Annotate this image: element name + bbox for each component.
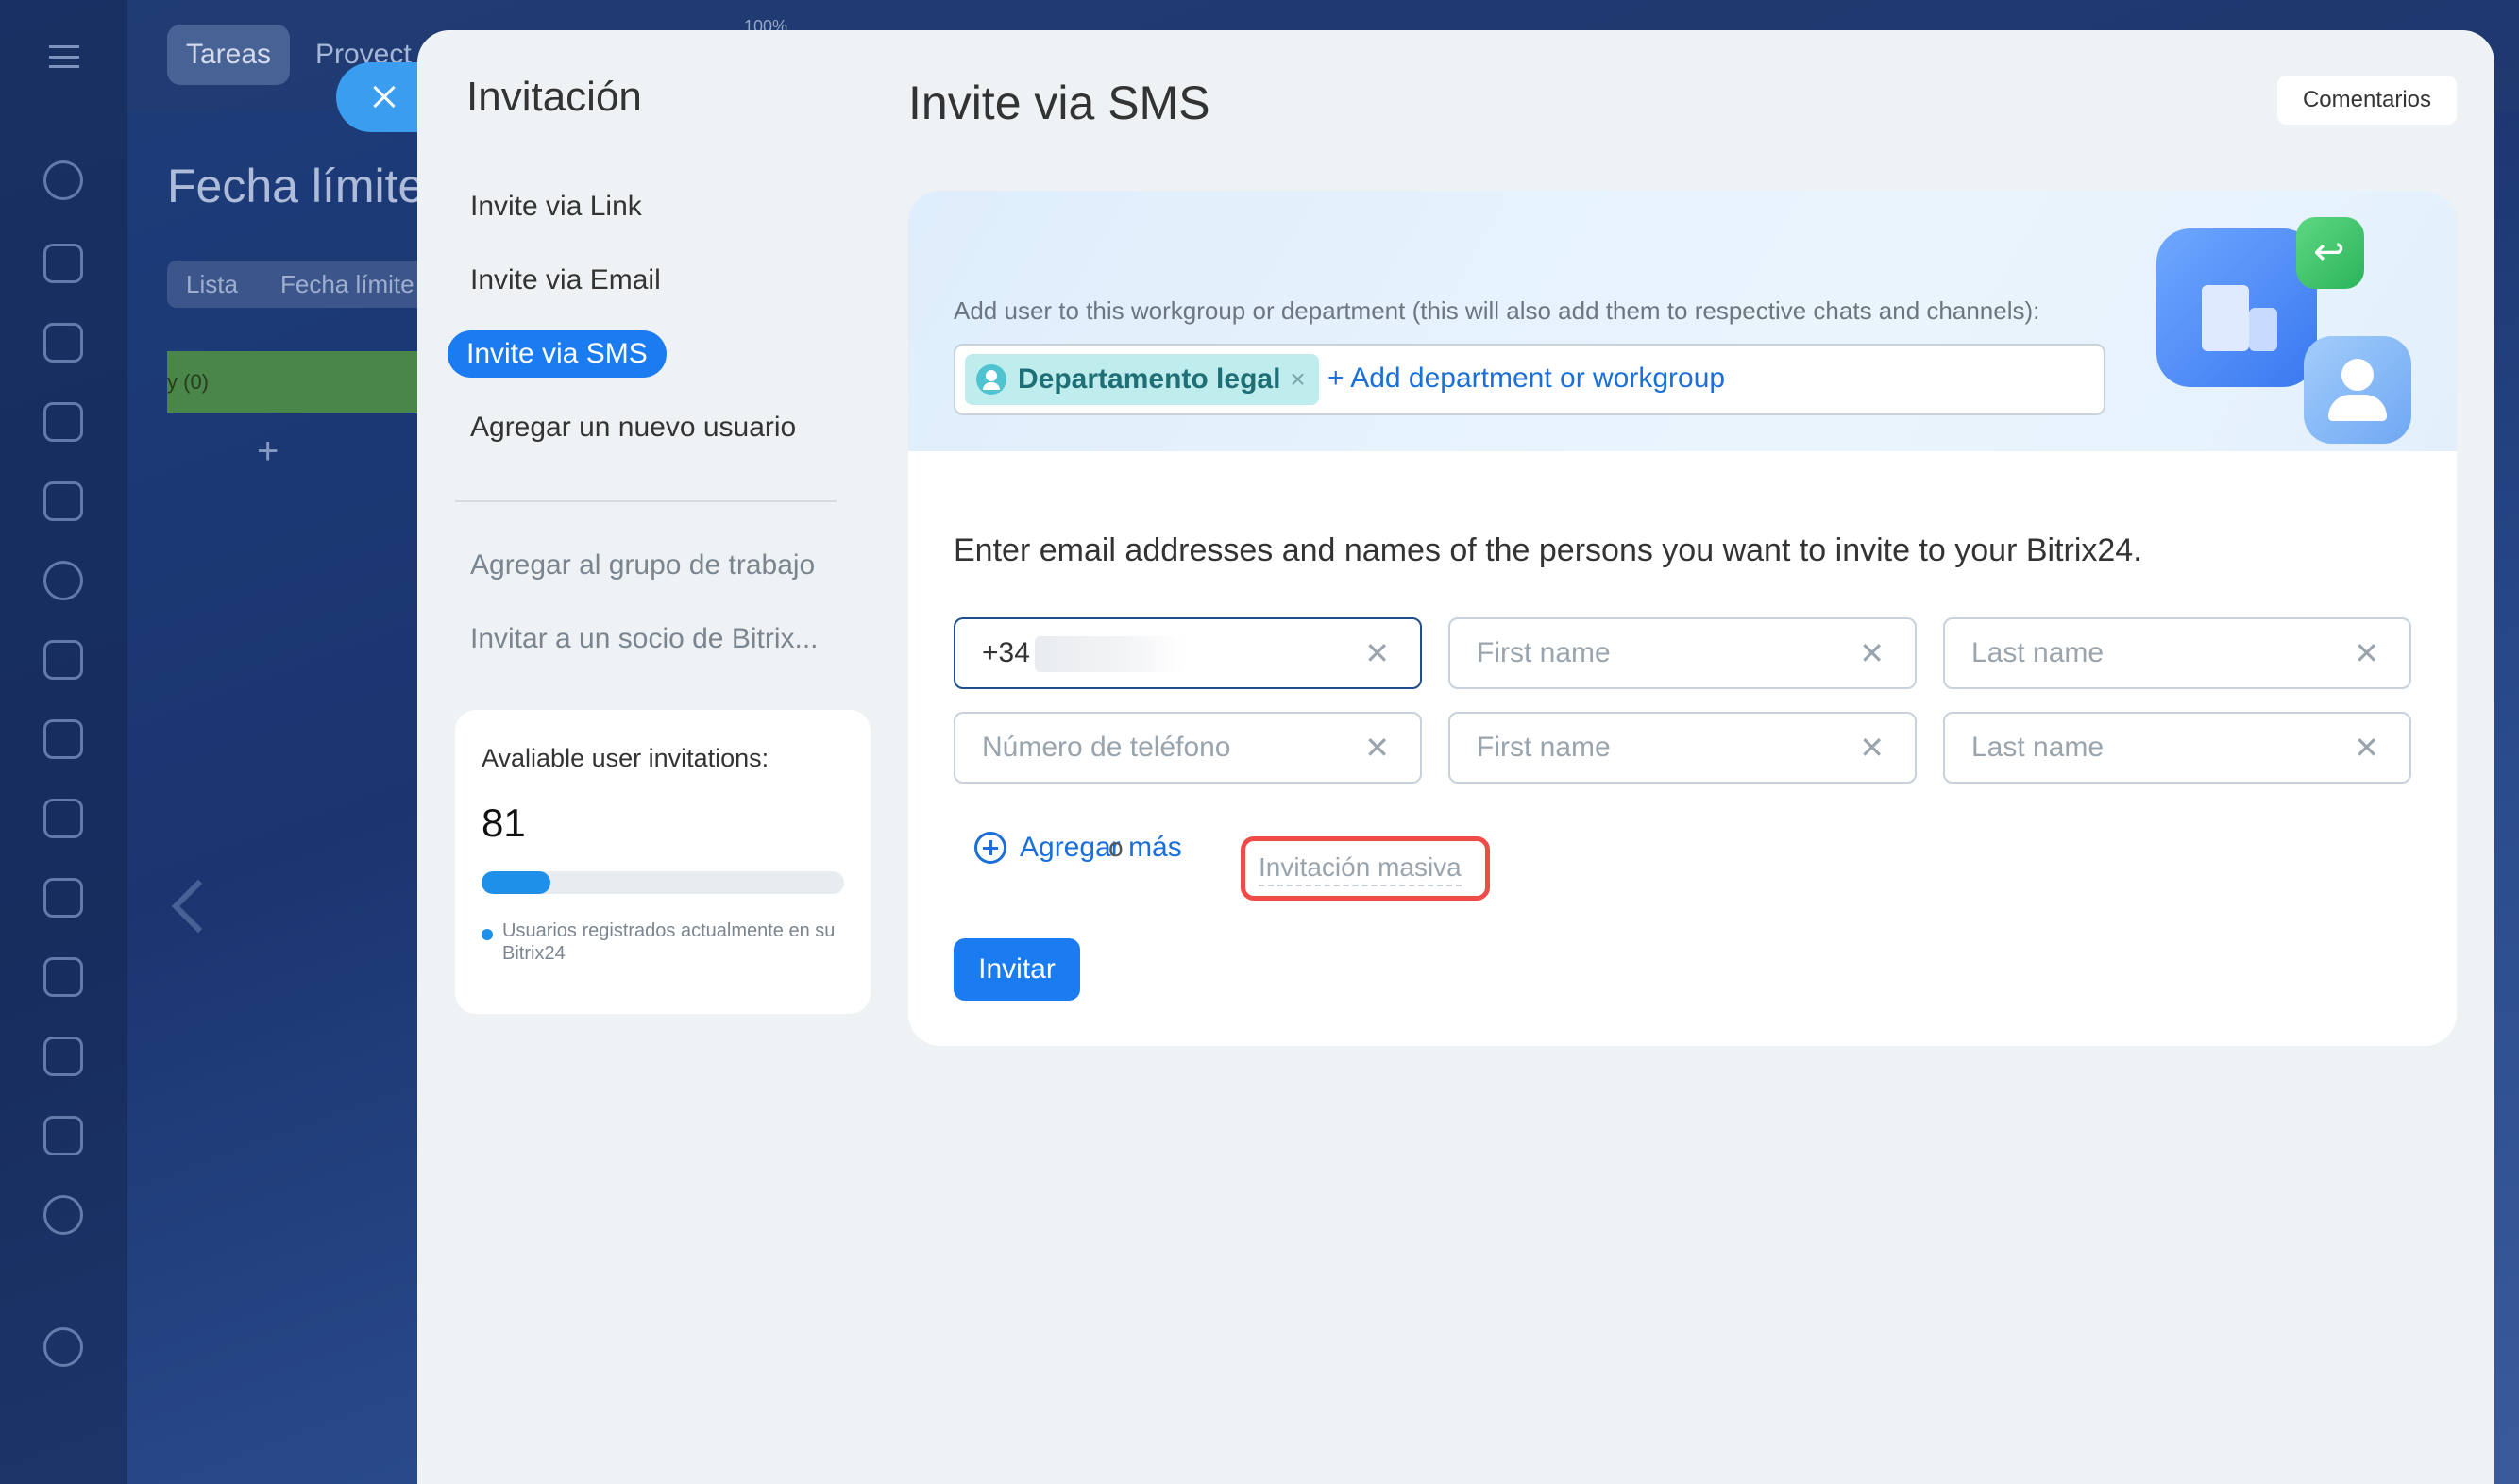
invitations-progress: [482, 871, 844, 894]
department-selector[interactable]: Departamento legal × + Add department or …: [954, 344, 2105, 415]
bg-add-icon[interactable]: +: [257, 430, 279, 473]
invite-button[interactable]: Invitar: [954, 938, 1080, 1001]
chat-icon[interactable]: [43, 244, 83, 283]
bg-stage-label: y (0): [167, 370, 209, 394]
user-icon: [2304, 336, 2411, 444]
invitations-label: Avaliable user invitations:: [482, 744, 769, 772]
bg-subtab-fecha[interactable]: Fecha límite: [262, 261, 433, 308]
close-slider-button[interactable]: [336, 62, 427, 132]
robot-icon[interactable]: [43, 719, 83, 759]
invite-illustration: ↩: [2156, 217, 2411, 444]
last-name-input-1[interactable]: Last name ✕: [1943, 617, 2411, 689]
activity-icon[interactable]: [43, 160, 83, 200]
app-left-rail: [0, 0, 127, 1484]
bg-tab-tareas[interactable]: Tareas: [167, 25, 291, 85]
add-department-link[interactable]: + Add department or workgroup: [1327, 363, 1725, 395]
or-separator: o: [1108, 833, 1124, 862]
panel-title: Invitación: [466, 74, 642, 120]
menu-invite-email[interactable]: Invite via Email: [470, 264, 661, 296]
funnel-icon[interactable]: [43, 402, 83, 442]
feedback-button[interactable]: Comentarios: [2277, 76, 2457, 125]
menu-add-new-user[interactable]: Agregar un nuevo usuario: [470, 412, 796, 444]
chevron-left-icon[interactable]: [171, 879, 226, 934]
users-icon[interactable]: [43, 1195, 83, 1235]
department-description: Add user to this workgroup or department…: [954, 296, 2040, 325]
first-name-input-2[interactable]: First name ✕: [1448, 712, 1917, 784]
phone-input-2[interactable]: Número de teléfono ✕: [954, 712, 1422, 784]
menu-invite-sms[interactable]: Invite via SMS: [448, 330, 667, 378]
reply-icon: ↩: [2296, 217, 2364, 289]
clear-icon[interactable]: ✕: [2354, 619, 2379, 687]
invitations-progress-fill: [482, 871, 550, 894]
phone-placeholder: Número de teléfono: [982, 732, 1231, 763]
department-chip-label: Departamento legal: [1018, 363, 1281, 395]
mail-icon[interactable]: [43, 1116, 83, 1155]
chip-remove-icon[interactable]: ×: [1290, 364, 1305, 394]
bg-subtabs: Lista Fecha límite: [167, 261, 450, 308]
menu-invite-link[interactable]: Invite via Link: [470, 191, 642, 223]
last-name-placeholder: Last name: [1971, 637, 2105, 668]
phone-input-1[interactable]: +34 ✕: [954, 617, 1422, 689]
menu-invite-partner[interactable]: Invitar a un socio de Bitrix...: [470, 623, 819, 655]
department-section: Add user to this workgroup or department…: [908, 191, 2457, 451]
hexagon-icon[interactable]: [43, 561, 83, 600]
department-chip[interactable]: Departamento legal ×: [965, 354, 1319, 405]
clear-icon[interactable]: ✕: [1859, 619, 1885, 687]
legend-dot: [482, 929, 493, 940]
first-name-input-1[interactable]: First name ✕: [1448, 617, 1917, 689]
bg-stage-bar: [167, 351, 450, 413]
bg-page-title: Fecha límite: [167, 160, 425, 212]
crm-icon[interactable]: [43, 481, 83, 521]
first-name-placeholder: First name: [1477, 732, 1611, 763]
invitations-card: Avaliable user invitations: 81 Usuarios …: [455, 710, 871, 1014]
menu-add-to-workgroup[interactable]: Agregar al grupo de trabajo: [470, 549, 815, 582]
bg-subtab-lista[interactable]: Lista: [167, 261, 257, 308]
invitation-slider: Invitación Invite via Link Invite via Em…: [417, 30, 2494, 1484]
clear-icon[interactable]: ✕: [2354, 714, 2379, 782]
last-name-placeholder: Last name: [1971, 732, 2105, 763]
calendar-icon[interactable]: [43, 640, 83, 680]
feed-icon[interactable]: [43, 323, 83, 363]
clear-icon[interactable]: ✕: [1859, 714, 1885, 782]
store-icon[interactable]: [43, 878, 83, 918]
invitations-count: 81: [482, 801, 526, 845]
page-title: Invite via SMS: [908, 76, 1210, 129]
document-icon[interactable]: [43, 799, 83, 838]
card-icon[interactable]: [43, 1037, 83, 1076]
add-more-button[interactable]: Agregar más: [974, 827, 1182, 868]
clear-icon[interactable]: ✕: [1364, 714, 1390, 782]
clear-icon[interactable]: ✕: [1364, 619, 1390, 687]
redacted-number: [1035, 636, 1186, 672]
invitations-legend: Usuarios registrados actualmente en su B…: [502, 920, 836, 964]
plus-circle-icon: [974, 832, 1006, 864]
add-more-label: Agregar más: [1020, 832, 1182, 863]
group-icon: [976, 364, 1006, 395]
menu-divider: [455, 500, 837, 502]
building-icon: [2156, 228, 2317, 387]
first-name-placeholder: First name: [1477, 637, 1611, 668]
mass-invite-label: Invitación masiva: [1259, 852, 1462, 886]
mass-invite-link[interactable]: Invitación masiva: [1241, 836, 1490, 901]
settings-icon[interactable]: [43, 1327, 83, 1367]
invite-form: Enter email addresses and names of the p…: [908, 451, 2457, 1046]
last-name-input-2[interactable]: Last name ✕: [1943, 712, 2411, 784]
menu-icon[interactable]: [49, 45, 79, 68]
phone-value: +34: [982, 637, 1030, 668]
presentation-icon[interactable]: [43, 957, 83, 997]
form-heading: Enter email addresses and names of the p…: [954, 532, 2142, 568]
